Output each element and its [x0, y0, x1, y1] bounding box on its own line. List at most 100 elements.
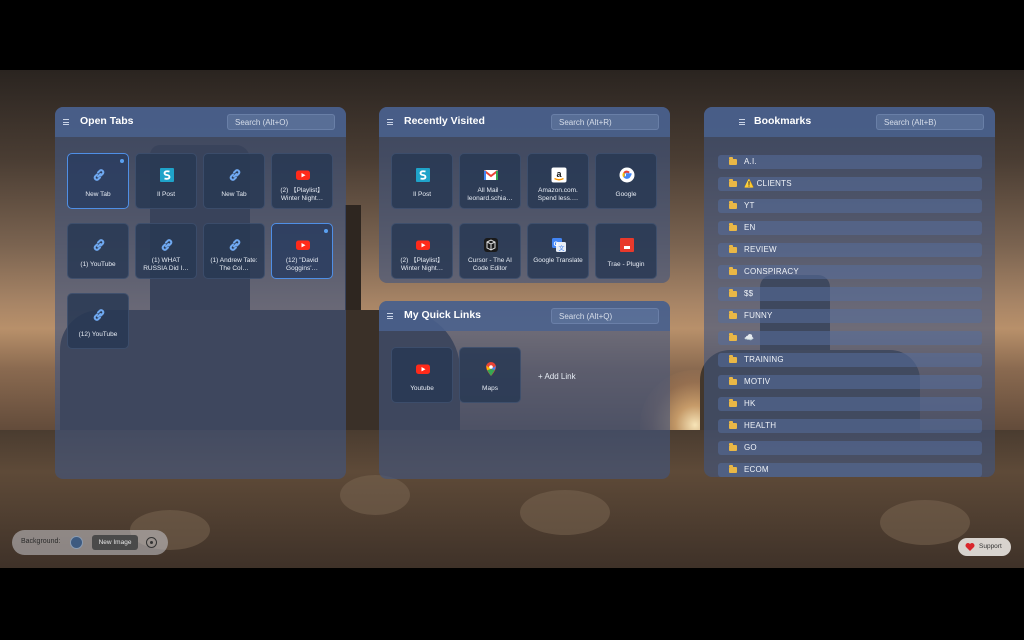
tile-label: (12) YouTube: [78, 331, 118, 338]
link-icon: [91, 237, 107, 253]
google-translate-icon: G文: [551, 237, 567, 253]
background-color-swatch[interactable]: [70, 536, 83, 549]
tile[interactable]: (12) "David Goggins'…: [271, 223, 333, 279]
gmail-icon: [483, 167, 499, 183]
tile[interactable]: New Tab: [203, 153, 265, 209]
bookmark-folder[interactable]: $$: [718, 287, 982, 301]
bookmark-label: HEALTH: [744, 421, 777, 430]
bookmark-folder[interactable]: A.I.: [718, 155, 982, 169]
tile[interactable]: All Mail - leonard.schia…: [459, 153, 521, 209]
tile[interactable]: Cursor - The AI Code Editor: [459, 223, 521, 279]
drag-handle-icon[interactable]: [63, 119, 69, 125]
bookmark-folder[interactable]: HK: [718, 397, 982, 411]
quick-links-header: My Quick Links: [379, 301, 670, 331]
open-tabs-search-input[interactable]: [227, 114, 335, 130]
bookmark-folder[interactable]: FUNNY: [718, 309, 982, 323]
tile[interactable]: a Amazon.com. Spend less.…: [527, 153, 589, 209]
tile[interactable]: (2) 【Playlist】 Winter Night…: [271, 153, 333, 209]
bookmark-folder[interactable]: ⚠️ CLIENTS: [718, 177, 982, 191]
tile[interactable]: Youtube: [391, 347, 453, 403]
folder-icon: [729, 333, 737, 341]
bookmark-label: ☁️: [744, 333, 755, 342]
tile-label: Google: [615, 191, 637, 198]
bookmark-label: HK: [744, 399, 756, 408]
tile-label: Google Translate: [533, 257, 583, 264]
youtube-icon: [295, 167, 311, 183]
bookmarks-search-input[interactable]: [876, 114, 984, 130]
bookmark-folder[interactable]: EN: [718, 221, 982, 235]
folder-icon: [729, 289, 737, 297]
tile[interactable]: Maps: [459, 347, 521, 403]
bookmark-folder[interactable]: GO: [718, 441, 982, 455]
tile-label: Youtube: [410, 385, 434, 392]
quick-links-search-input[interactable]: [551, 308, 659, 324]
tile-label: (12) "David Goggins'…: [285, 257, 319, 272]
tile[interactable]: Il Post: [391, 153, 453, 209]
settings-icon[interactable]: [146, 537, 157, 548]
bookmark-folder[interactable]: REVIEW: [718, 243, 982, 257]
link-icon: [227, 237, 243, 253]
tile-label: Amazon.com. Spend less.…: [537, 187, 579, 202]
background-control: Background: New Image: [12, 530, 168, 555]
tile[interactable]: (1) Andrew Tate: The Col…: [203, 223, 265, 279]
bookmark-label: $$: [744, 289, 754, 298]
bookmark-folder[interactable]: CONSPIRACY: [718, 265, 982, 279]
amazon-icon: a: [551, 167, 567, 183]
google-icon: [619, 167, 635, 183]
bookmark-folder[interactable]: ☁️: [718, 331, 982, 345]
folder-icon: [729, 267, 737, 275]
drag-handle-icon[interactable]: [387, 313, 393, 319]
folder-icon: [729, 201, 737, 209]
bookmark-folder[interactable]: ECOM: [718, 463, 982, 477]
youtube-icon: [415, 361, 431, 377]
link-icon: [91, 307, 107, 323]
recently-visited-panel: Recently Visited Il Post All Mail - leona…: [379, 107, 670, 283]
tile[interactable]: (1) WHAT RUSSIA Did I…: [135, 223, 197, 279]
bookmark-folder[interactable]: MOTIV: [718, 375, 982, 389]
bookmark-label: ⚠️ CLIENTS: [744, 179, 792, 188]
recently-visited-header: Recently Visited: [379, 107, 670, 137]
drag-handle-icon[interactable]: [739, 119, 745, 125]
support-label: Support: [979, 543, 1002, 550]
bookmark-folder[interactable]: YT: [718, 199, 982, 213]
trae-icon: [619, 237, 635, 253]
bookmark-label: YT: [744, 201, 755, 210]
tile[interactable]: (1) YouTube: [67, 223, 129, 279]
folder-icon: [729, 377, 737, 385]
panel-title: Bookmarks: [754, 115, 812, 127]
drag-handle-icon[interactable]: [387, 119, 393, 125]
new-image-button[interactable]: New Image: [92, 535, 138, 550]
tile-label: (1) Andrew Tate: The Col…: [210, 257, 258, 272]
panel-title: Open Tabs: [80, 115, 134, 127]
bookmark-folder[interactable]: HEALTH: [718, 419, 982, 433]
il-post-icon: [159, 167, 175, 183]
folder-icon: [729, 443, 737, 451]
tile[interactable]: Il Post: [135, 153, 197, 209]
folder-icon: [729, 421, 737, 429]
bush: [340, 475, 410, 515]
bookmarks-panel: Bookmarks A.I. ⚠️ CLIENTS YT EN REVIEW CONSPI…: [704, 107, 995, 477]
tile[interactable]: (2) 【Playlist】 Winter Night…: [391, 223, 453, 279]
tile[interactable]: G 文 Google Translate: [527, 223, 589, 279]
tile-label: New Tab: [85, 191, 111, 198]
bookmark-label: REVIEW: [744, 245, 777, 254]
add-link-button[interactable]: + Add Link: [538, 372, 576, 381]
youtube-icon: [295, 237, 311, 253]
bookmark-label: MOTIV: [744, 377, 771, 386]
bush: [880, 500, 970, 545]
panel-title: My Quick Links: [404, 309, 482, 321]
bookmark-folder[interactable]: TRAINING: [718, 353, 982, 367]
folder-icon: [729, 311, 737, 319]
folder-icon: [729, 245, 737, 253]
tile-label: (1) YouTube: [80, 261, 116, 268]
bookmark-label: TRAINING: [744, 355, 784, 364]
tile-label: Il Post: [412, 191, 432, 198]
tile[interactable]: Trae - Plugin: [595, 223, 657, 279]
tile[interactable]: Google: [595, 153, 657, 209]
tile[interactable]: (12) YouTube: [67, 293, 129, 349]
active-indicator: [120, 159, 124, 163]
support-button[interactable]: Support: [958, 538, 1011, 556]
tile-label: Cursor - The AI Code Editor: [468, 257, 512, 272]
tile[interactable]: New Tab: [67, 153, 129, 209]
recently-visited-search-input[interactable]: [551, 114, 659, 130]
